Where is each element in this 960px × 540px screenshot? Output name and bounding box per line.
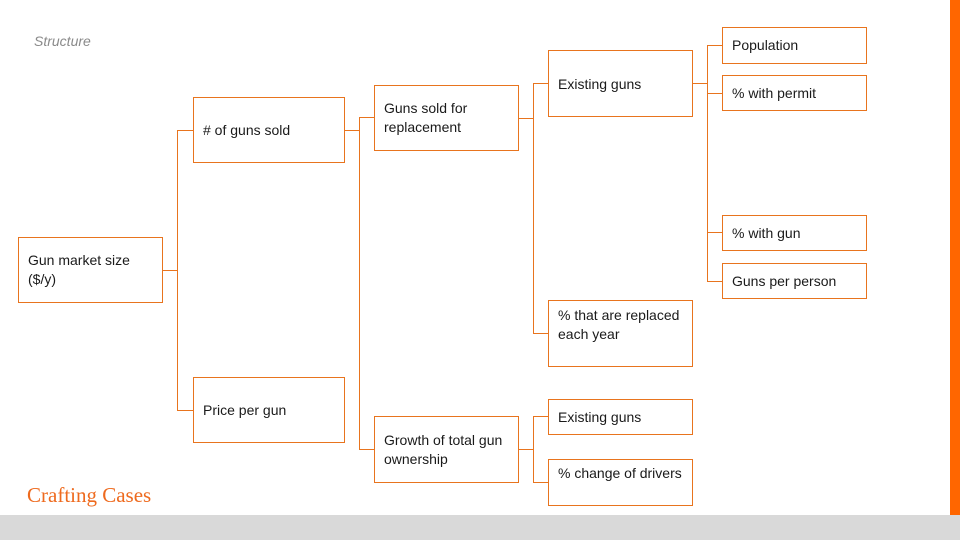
node-label: Growth of total gun ownership (384, 431, 503, 467)
slide-title: Structure (34, 33, 91, 49)
connector (177, 130, 178, 410)
node-label: Price per gun (203, 401, 287, 418)
node-gun-market-size: Gun market size ($/y) (18, 237, 163, 303)
connector (162, 270, 177, 271)
node-label: Guns per person (732, 272, 837, 289)
connector (707, 281, 722, 282)
connector (707, 45, 708, 281)
node-guns-per-person: Guns per person (722, 263, 867, 299)
connector (533, 333, 548, 334)
connector (533, 482, 548, 483)
node-percent-with-gun: % with gun (722, 215, 867, 251)
connector (533, 83, 548, 84)
connector (359, 117, 360, 449)
accent-bar (950, 0, 960, 515)
node-growth-of-total-gun-ownership: Growth of total gun ownership (374, 416, 519, 483)
node-label: Guns sold for replacement (384, 100, 468, 135)
connector (533, 416, 534, 482)
node-label: Existing guns (558, 408, 642, 425)
connector (359, 449, 374, 450)
node-label: Population (732, 37, 799, 53)
connector (359, 117, 374, 118)
node-label: % with permit (732, 84, 817, 101)
node-existing-guns-growth: Existing guns (548, 399, 693, 435)
connector (518, 118, 533, 119)
connector (692, 83, 707, 84)
node-label: % with gun (732, 224, 801, 241)
connector (707, 93, 722, 94)
brand-logo-text: Crafting Cases (27, 483, 152, 507)
node-guns-sold-for-replacement: Guns sold for replacement (374, 85, 519, 151)
connector (533, 416, 548, 417)
node-existing-guns: Existing guns (548, 50, 693, 117)
connector (518, 449, 533, 450)
node-label: % that are replaced each year (558, 307, 680, 342)
footer-band (0, 515, 960, 540)
connector (707, 45, 722, 46)
connector (344, 130, 359, 131)
connector (707, 232, 722, 233)
connector (177, 410, 193, 411)
node-label: # of guns sold (203, 121, 291, 138)
node-label: % change of drivers (558, 465, 682, 481)
node-percent-change-of-drivers: % change of drivers (548, 459, 693, 506)
node-label: Existing guns (558, 76, 642, 92)
connector (177, 130, 193, 131)
connector (533, 83, 534, 333)
node-price-per-gun: Price per gun (193, 377, 345, 443)
node-percent-with-permit: % with permit (722, 75, 867, 111)
node-label: Gun market size ($/y) (28, 252, 130, 287)
node-number-of-guns-sold: # of guns sold (193, 97, 345, 163)
node-percent-replaced-each-year: % that are replaced each year (548, 300, 693, 367)
node-population: Population (722, 27, 867, 64)
